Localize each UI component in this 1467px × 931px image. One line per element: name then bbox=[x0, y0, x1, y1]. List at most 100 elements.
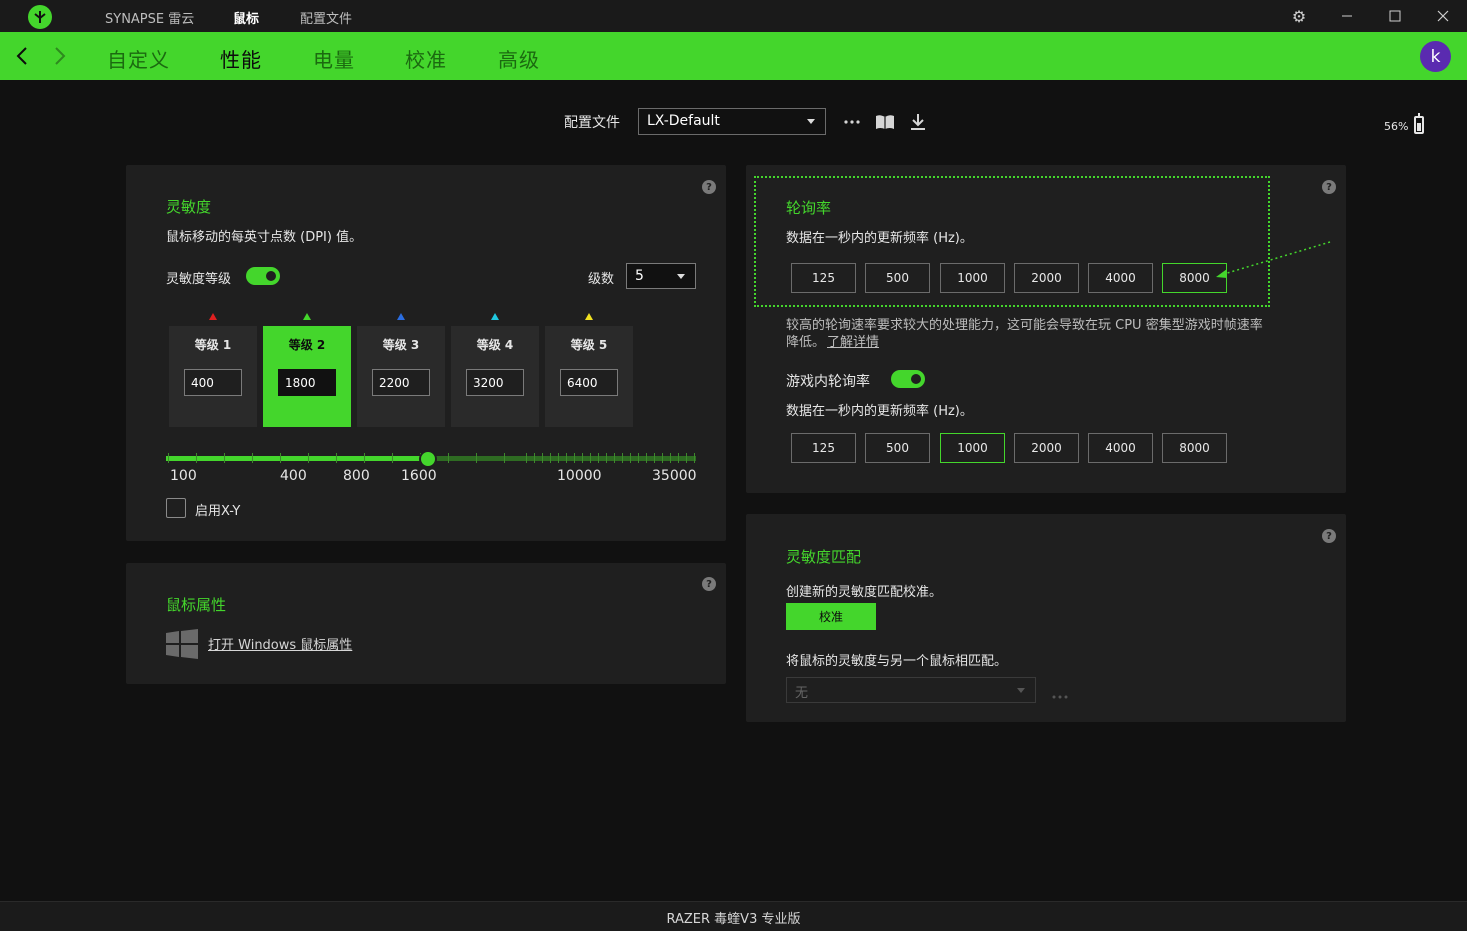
back-arrow-icon[interactable] bbox=[12, 42, 32, 70]
dpi-stage-5[interactable]: 等级 5 6400 bbox=[545, 326, 633, 427]
slider-tick-mark bbox=[622, 453, 623, 463]
slider-tick-mark bbox=[550, 453, 551, 463]
slider-tick-mark bbox=[526, 453, 527, 463]
ingame-polling-2000-button[interactable]: 2000 bbox=[1014, 433, 1079, 463]
slider-tick-mark bbox=[280, 453, 281, 463]
slider-tick-mark bbox=[582, 453, 583, 463]
polling-500-button[interactable]: 500 bbox=[865, 263, 930, 293]
match-description: 将鼠标的灵敏度与另一个鼠标相匹配。 bbox=[786, 654, 1008, 669]
ingame-polling-8000-button[interactable]: 8000 bbox=[1162, 433, 1227, 463]
polling-125-button[interactable]: 125 bbox=[791, 263, 856, 293]
stage-label: 等级 5 bbox=[570, 338, 608, 352]
sensitivity-stages-toggle[interactable] bbox=[246, 267, 280, 285]
help-icon[interactable]: ? bbox=[702, 577, 716, 591]
calibrate-button[interactable]: 校准 bbox=[786, 603, 876, 630]
slider-tick-mark bbox=[534, 453, 535, 463]
ingame-polling-4000-button[interactable]: 4000 bbox=[1088, 433, 1153, 463]
sensitivity-title: 灵敏度 bbox=[166, 198, 212, 216]
dpi-slider-handle[interactable] bbox=[419, 450, 437, 468]
more-options-icon[interactable] bbox=[841, 111, 863, 133]
slider-tick-mark bbox=[654, 453, 655, 463]
help-icon[interactable]: ? bbox=[1322, 529, 1336, 543]
ingame-polling-500-button[interactable]: 500 bbox=[865, 433, 930, 463]
stage-dpi-input[interactable]: 3200 bbox=[466, 369, 524, 396]
tab-mouse[interactable]: 鼠标 bbox=[233, 8, 259, 27]
stage-dpi-input[interactable]: 400 bbox=[184, 369, 242, 396]
polling-1000-button[interactable]: 1000 bbox=[940, 263, 1005, 293]
slider-tick-mark bbox=[224, 453, 225, 463]
settings-gear-icon[interactable]: ⚙ bbox=[1289, 6, 1309, 26]
slider-tick-mark bbox=[606, 453, 607, 463]
stage-dpi-input[interactable]: 6400 bbox=[560, 369, 618, 396]
app-name: SYNAPSE 雷云 bbox=[105, 12, 195, 27]
slider-tick-mark bbox=[598, 453, 599, 463]
maximize-icon[interactable] bbox=[1385, 6, 1405, 26]
dpi-stage-2[interactable]: 等级 2 1800 bbox=[263, 326, 351, 427]
help-icon[interactable]: ? bbox=[702, 180, 716, 194]
chevron-down-icon bbox=[677, 274, 685, 279]
polling-4000-button[interactable]: 4000 bbox=[1088, 263, 1153, 293]
slider-tick-label: 100 bbox=[170, 468, 197, 484]
ingame-polling-toggle[interactable] bbox=[891, 370, 925, 388]
match-mouse-select-value: 无 bbox=[795, 686, 809, 701]
polling-2000-button[interactable]: 2000 bbox=[1014, 263, 1079, 293]
chevron-down-icon bbox=[807, 119, 815, 124]
razer-logo-icon[interactable] bbox=[28, 5, 52, 29]
enable-xy-checkbox[interactable] bbox=[166, 498, 186, 518]
stage-label: 等级 3 bbox=[382, 338, 420, 352]
help-icon[interactable]: ? bbox=[1322, 180, 1336, 194]
forward-arrow-icon[interactable] bbox=[50, 42, 70, 70]
dpi-stage-1[interactable]: 等级 1 400 bbox=[169, 326, 257, 427]
tab-customize[interactable]: 自定义 bbox=[107, 44, 170, 73]
slider-tick-label: 35000 bbox=[652, 468, 697, 484]
slider-tick-mark bbox=[566, 453, 567, 463]
slider-tick-label: 1600 bbox=[401, 468, 437, 484]
stage-dpi-input[interactable]: 1800 bbox=[278, 369, 336, 396]
levels-select[interactable]: 5 bbox=[626, 263, 696, 289]
polling-warning-text-line2: 降低。 bbox=[786, 335, 826, 350]
tab-advanced[interactable]: 高级 bbox=[498, 44, 540, 73]
slider-tick-mark bbox=[630, 453, 631, 463]
slider-tick-mark bbox=[448, 453, 449, 463]
ingame-polling-1000-button[interactable]: 1000 bbox=[940, 433, 1005, 463]
minimize-icon[interactable] bbox=[1337, 6, 1357, 26]
tab-profiles[interactable]: 配置文件 bbox=[300, 8, 352, 27]
sensitivity-matching-description: 创建新的灵敏度匹配校准。 bbox=[786, 585, 943, 600]
user-avatar[interactable]: k bbox=[1420, 41, 1451, 72]
sensitivity-description: 鼠标移动的每英寸点数 (DPI) 值。 bbox=[166, 230, 363, 245]
dpi-stage-4[interactable]: 等级 4 3200 bbox=[451, 326, 539, 427]
tab-performance[interactable]: 性能 bbox=[220, 44, 262, 73]
ingame-polling-125-button[interactable]: 125 bbox=[791, 433, 856, 463]
battery-percent: 56% bbox=[1384, 120, 1409, 133]
mouse-properties-title: 鼠标属性 bbox=[166, 596, 227, 614]
chevron-down-icon bbox=[1017, 688, 1025, 693]
levels-select-value: 5 bbox=[635, 268, 644, 284]
slider-tick-mark bbox=[670, 453, 671, 463]
slider-tick-mark bbox=[694, 453, 695, 463]
title-bar bbox=[0, 0, 1467, 32]
polling-rate-title: 轮询率 bbox=[786, 199, 832, 217]
book-icon[interactable] bbox=[874, 111, 896, 133]
stage-label: 等级 1 bbox=[194, 338, 232, 352]
profile-select-value: LX-Default bbox=[647, 113, 720, 129]
slider-tick-mark bbox=[308, 453, 309, 463]
download-icon[interactable] bbox=[907, 111, 929, 133]
close-icon[interactable] bbox=[1433, 6, 1453, 26]
slider-tick-mark bbox=[476, 453, 477, 463]
learn-more-link[interactable]: 了解详情 bbox=[827, 331, 879, 350]
more-options-icon[interactable] bbox=[1051, 688, 1069, 703]
match-mouse-select[interactable]: 无 bbox=[786, 677, 1036, 703]
profile-select[interactable]: LX-Default bbox=[638, 108, 826, 135]
open-windows-mouse-properties-link[interactable]: 打开 Windows 鼠标属性 bbox=[208, 634, 352, 653]
tab-power[interactable]: 电量 bbox=[313, 44, 355, 73]
polling-rate-description: 数据在一秒内的更新频率 (Hz)。 bbox=[786, 231, 973, 246]
slider-tick-mark bbox=[542, 453, 543, 463]
slider-tick-label: 800 bbox=[343, 468, 370, 484]
stage-dpi-input[interactable]: 2200 bbox=[372, 369, 430, 396]
slider-tick-mark bbox=[364, 453, 365, 463]
profile-label: 配置文件 bbox=[564, 115, 620, 131]
tab-calibration[interactable]: 校准 bbox=[405, 44, 447, 73]
slider-tick-mark bbox=[558, 453, 559, 463]
dpi-stage-3[interactable]: 等级 3 2200 bbox=[357, 326, 445, 427]
stage-1-color-indicator bbox=[209, 313, 217, 320]
